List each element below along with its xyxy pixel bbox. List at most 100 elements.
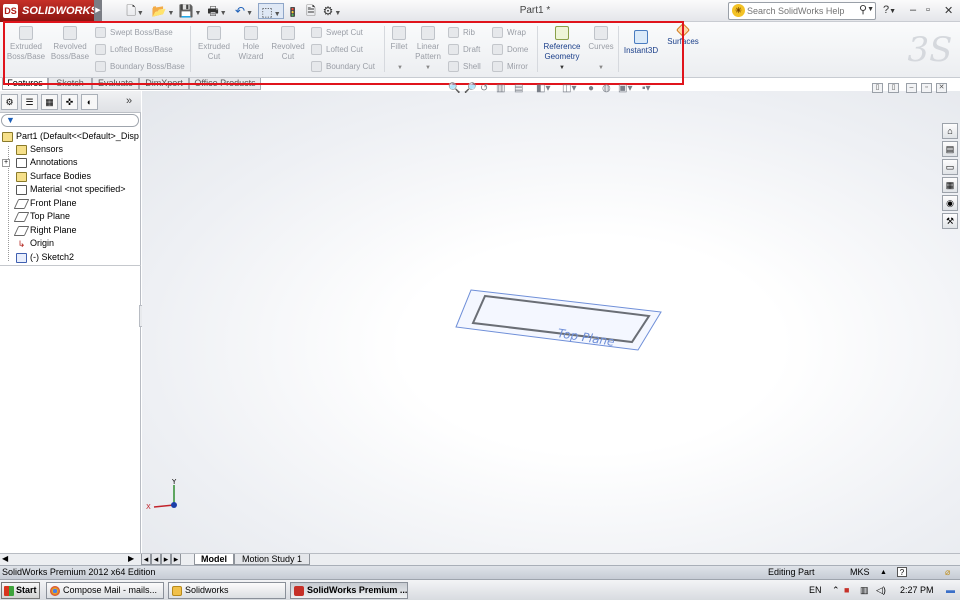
revolved-boss-button[interactable]: Revolved Boss/Base [50, 26, 90, 72]
apply-scene-icon[interactable]: ▣▾ [618, 83, 632, 94]
viewport-tile-icon[interactable]: ▯ [872, 83, 883, 93]
dynamic-annotation-icon[interactable]: ▤ [514, 83, 523, 94]
tree-item-top-plane[interactable]: Top Plane [0, 210, 141, 223]
dome-button[interactable]: Dome [492, 43, 528, 57]
feature-filter-input[interactable]: ▼ [1, 114, 139, 127]
instant3d-button[interactable]: Instant3D [621, 30, 661, 76]
viewport-restore-icon[interactable]: ▫ [921, 83, 932, 93]
mirror-button[interactable]: Mirror [492, 60, 528, 74]
search-icon[interactable]: ⚲ [859, 3, 867, 16]
tree-item-annotations[interactable]: + Annotations [0, 156, 141, 169]
taskbar-item-solidworks[interactable]: SolidWorks Premium ... [290, 582, 408, 599]
previous-view-icon[interactable]: ↺ [480, 83, 488, 94]
select-button[interactable]: ⬚▼ [258, 3, 284, 19]
restore-button[interactable]: ▫ [926, 4, 930, 16]
new-document-button[interactable]: 🗋▼ [122, 3, 148, 19]
language-indicator[interactable]: EN [809, 582, 822, 599]
draft-button[interactable]: Draft [448, 43, 480, 57]
lofted-boss-button[interactable]: Lofted Boss/Base [95, 43, 173, 57]
zoom-to-fit-icon[interactable]: 🔍 [448, 83, 460, 94]
graphics-area[interactable]: 🔍 🔎 ↺ ▥ ▤ ◧▾ ◫▾ ● ◍ ▣▾ ▪▾ ▯ ▯ – ▫ ✕ ⌂ ▤ … [142, 83, 960, 553]
tree-item-material[interactable]: Material <not specified> [0, 183, 141, 196]
expand-plus-icon[interactable]: + [2, 159, 10, 167]
tab-scroll-first-icon[interactable]: ◂ [141, 554, 151, 565]
clock-text[interactable]: 2:27 PM [900, 582, 934, 599]
swept-boss-button[interactable]: Swept Boss/Base [95, 26, 173, 40]
taskbar-item-folder[interactable]: Solidworks [168, 582, 286, 599]
appearances-icon[interactable]: ◉ [942, 195, 958, 211]
help-icon[interactable]: ? [897, 567, 907, 577]
solidworks-menu-button[interactable]: DS SOLIDWORKS [0, 0, 98, 22]
tree-item-sketch[interactable]: (-) Sketch2 [0, 251, 141, 264]
view-settings-icon[interactable]: ▪▾ [642, 83, 651, 94]
shell-button[interactable]: Shell [448, 60, 481, 74]
feature-tree-tab-icon[interactable]: ⚙ [1, 94, 18, 110]
revolved-cut-button[interactable]: Revolved Cut [269, 26, 307, 72]
tab-model[interactable]: Model [194, 554, 234, 565]
tab-scroll-last-icon[interactable]: ▸ [171, 554, 181, 565]
tree-horizontal-scrollbar[interactable]: ◀ ▶ [0, 553, 141, 565]
file-explorer-icon[interactable]: ▭ [942, 159, 958, 175]
search-dropdown-icon[interactable]: ▼ [867, 6, 874, 13]
tree-item-sensors[interactable]: Sensors [0, 143, 141, 156]
scroll-left-arrow-icon[interactable]: ◀ [2, 554, 8, 563]
viewport-minimize-icon[interactable]: – [906, 83, 917, 93]
display-manager-tab-icon[interactable]: ◐ [81, 94, 98, 110]
view-orientation-icon[interactable]: ◧▾ [536, 83, 550, 94]
tab-dimxpert[interactable]: DimXpert [139, 78, 189, 90]
start-button[interactable]: Start [1, 582, 40, 599]
tab-motion-study[interactable]: Motion Study 1 [234, 554, 310, 565]
extruded-boss-button[interactable]: Extruded Boss/Base [6, 26, 46, 72]
rib-button[interactable]: Rib [448, 26, 475, 40]
rebuild-status-icon[interactable]: ⌀ [945, 566, 950, 579]
extruded-cut-button[interactable]: Extruded Cut [195, 26, 233, 72]
taskbar-item-browser[interactable]: Compose Mail - mails... [46, 582, 164, 599]
resources-home-icon[interactable]: ⌂ [942, 123, 958, 139]
hide-show-items-icon[interactable]: ● [588, 83, 594, 94]
tray-expand-icon[interactable]: ⌃ [832, 582, 840, 599]
undo-button[interactable]: ↶▼ [231, 3, 257, 19]
reference-geometry-dropdown-icon[interactable]: ▼ [559, 65, 565, 71]
dimxpert-manager-tab-icon[interactable]: ✜ [61, 94, 78, 110]
fillet-dropdown-icon[interactable]: ▼ [397, 65, 403, 71]
help-search-box[interactable]: ☀ ⚲ ▼ [728, 2, 876, 20]
search-input[interactable] [747, 4, 855, 18]
boundary-cut-button[interactable]: Boundary Cut [311, 60, 375, 74]
units-selector[interactable]: MKS [850, 566, 870, 579]
tree-item-right-plane[interactable]: Right Plane [0, 224, 141, 237]
menu-expand-arrow-icon[interactable]: ▶ [94, 0, 102, 22]
hole-wizard-button[interactable]: Hole Wizard [235, 26, 267, 72]
tree-item-front-plane[interactable]: Front Plane [0, 197, 141, 210]
tab-features[interactable]: Features [2, 78, 48, 90]
tab-evaluate[interactable]: Evaluate [92, 78, 139, 90]
top-plane-sketch[interactable]: Top Plane [452, 286, 667, 356]
swept-cut-button[interactable]: Swept Cut [311, 26, 363, 40]
tab-sketch[interactable]: Sketch [48, 78, 92, 90]
scroll-right-arrow-icon[interactable]: ▶ [128, 554, 134, 563]
curves-dropdown-icon[interactable]: ▼ [598, 65, 604, 71]
open-button[interactable]: 📂▼ [150, 3, 176, 19]
file-properties-button[interactable]: 🗎 [303, 3, 319, 19]
network-icon[interactable]: ▥ [860, 582, 869, 599]
design-library-icon[interactable]: ▤ [942, 141, 958, 157]
boundary-boss-button[interactable]: Boundary Boss/Base [95, 60, 185, 74]
save-button[interactable]: 💾▼ [177, 3, 203, 19]
property-manager-tab-icon[interactable]: ☰ [21, 94, 38, 110]
lofted-cut-button[interactable]: Lofted Cut [311, 43, 363, 57]
custom-properties-icon[interactable]: ⚒ [942, 213, 958, 229]
tree-item-surface-bodies[interactable]: Surface Bodies [0, 170, 141, 183]
section-view-icon[interactable]: ▥ [496, 83, 505, 94]
close-button[interactable]: ✕ [944, 4, 953, 17]
surfaces-button[interactable]: Surfaces [664, 22, 702, 71]
viewport-close-icon[interactable]: ✕ [936, 83, 947, 93]
tab-scroll-next-icon[interactable]: ▸ [161, 554, 171, 565]
wrap-button[interactable]: Wrap [492, 26, 526, 40]
viewport-split-icon[interactable]: ▯ [888, 83, 899, 93]
tray-app-icon[interactable]: ■ [844, 582, 849, 599]
tab-office-products[interactable]: Office Products [189, 78, 261, 90]
configuration-manager-tab-icon[interactable]: ▦ [41, 94, 58, 110]
volume-icon[interactable]: ◁) [876, 582, 886, 599]
help-button[interactable]: ?▼ [883, 4, 896, 16]
zoom-to-area-icon[interactable]: 🔎 [464, 83, 476, 94]
rebuild-button[interactable]: 🚦 [286, 3, 300, 19]
